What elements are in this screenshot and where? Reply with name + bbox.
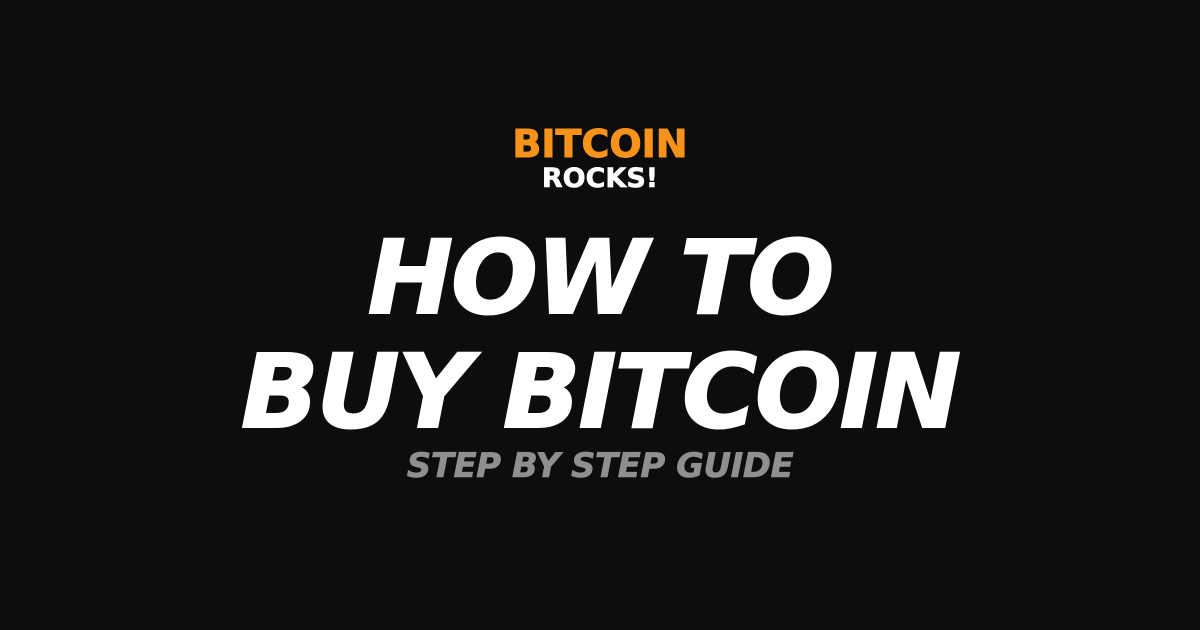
bitcoin-rocks-logo: BITCOIN ROCKS! [0, 124, 1200, 194]
logo-line-bitcoin: BITCOIN [512, 122, 688, 166]
subtitle: STEP BY STEP GUIDE [406, 446, 794, 487]
headline: HOW TO BUY BITCOIN [0, 219, 1200, 452]
headline-line-1: HOW TO [367, 219, 835, 338]
banner-canvas: BITCOIN ROCKS! HOW TO BUY BITCOIN STEP B… [0, 0, 1200, 630]
logo-line-rocks: ROCKS! [541, 163, 659, 194]
headline-line-2: BUY BITCOIN [240, 333, 962, 452]
